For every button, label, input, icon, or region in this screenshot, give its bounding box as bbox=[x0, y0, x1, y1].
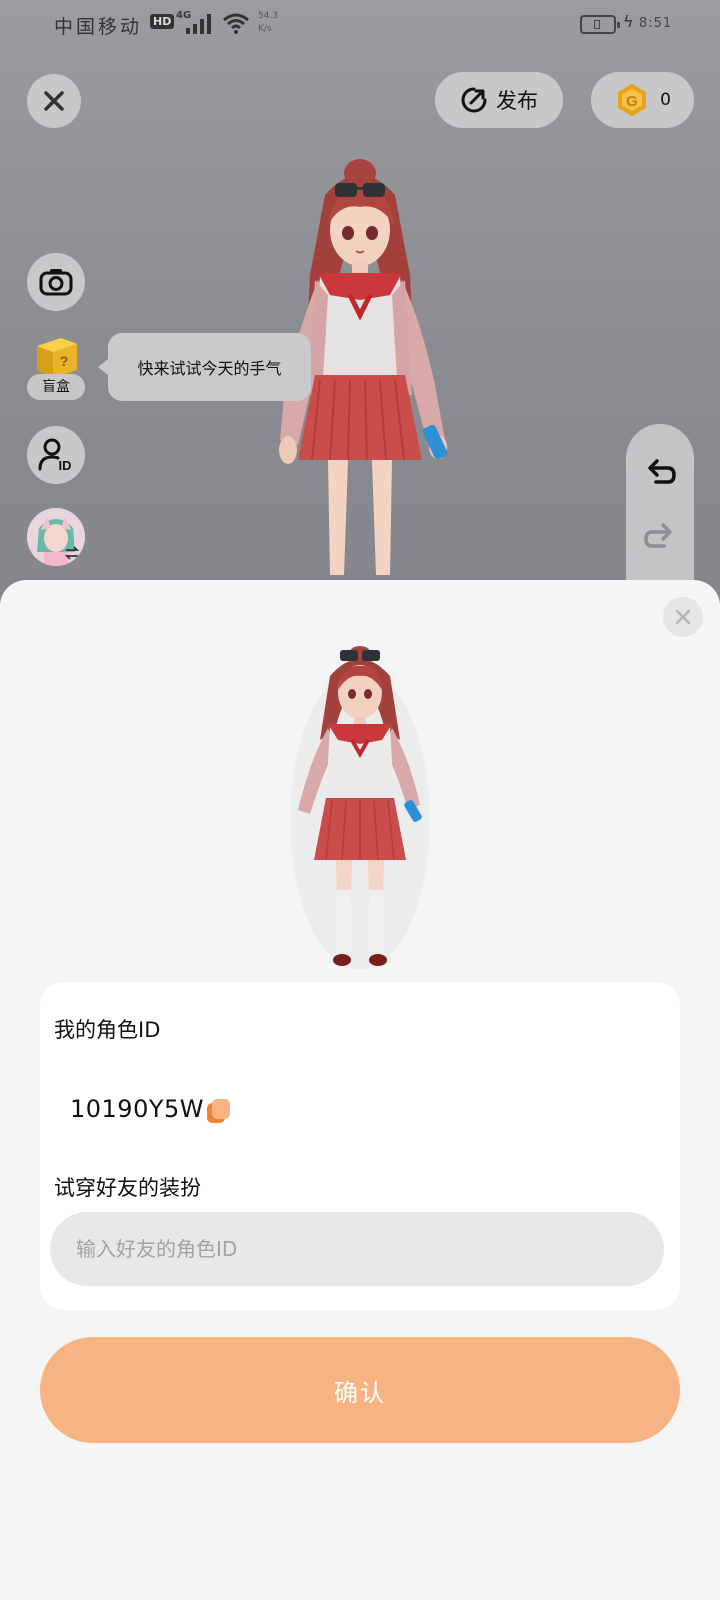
hd-badge: HD bbox=[150, 14, 175, 29]
redo-icon[interactable] bbox=[644, 520, 676, 550]
publish-label: 发布 bbox=[496, 89, 538, 113]
svg-text:ID: ID bbox=[59, 458, 72, 473]
battery-icon bbox=[580, 15, 620, 34]
undo-icon[interactable] bbox=[644, 456, 676, 486]
history-panel bbox=[626, 424, 694, 600]
svg-text:?: ? bbox=[60, 353, 69, 369]
carrier-name: 中国移动 bbox=[54, 16, 143, 38]
network-speed-unit: K/s bbox=[258, 24, 272, 34]
svg-text:G: G bbox=[626, 93, 638, 110]
publish-icon bbox=[461, 87, 487, 113]
coin-count: 0 bbox=[660, 90, 671, 110]
copy-icon[interactable] bbox=[206, 1098, 232, 1124]
network-speed-value: 54.3 bbox=[258, 11, 279, 21]
role-id-button[interactable]: ID bbox=[27, 426, 85, 484]
coin-icon: G bbox=[618, 84, 647, 116]
charging-icon: ϟ bbox=[623, 12, 634, 31]
avatar-scene[interactable]: 中国移动 HD 4G 54.3 K/s ϟ 8:51 发布 G 0 ? 盲盒 快… bbox=[0, 0, 720, 600]
publish-button[interactable]: 发布 bbox=[435, 72, 563, 128]
avatar-switch-icon bbox=[64, 546, 80, 560]
sheet-close-button[interactable] bbox=[663, 597, 703, 637]
camera-button[interactable] bbox=[27, 253, 85, 311]
my-role-id-label: 我的角色ID bbox=[54, 1018, 161, 1042]
wifi-icon bbox=[223, 13, 249, 34]
confirm-button[interactable]: 确认 bbox=[40, 1337, 680, 1443]
signal-icon bbox=[186, 14, 211, 34]
mystery-box-icon: ? bbox=[37, 338, 77, 378]
role-id-icon: ID bbox=[38, 438, 72, 473]
close-icon bbox=[44, 91, 64, 111]
tooltip-text: 快来试试今天的手气 bbox=[137, 359, 282, 378]
friend-role-id-input[interactable] bbox=[50, 1212, 664, 1286]
close-button[interactable] bbox=[27, 74, 81, 128]
camera-icon bbox=[39, 269, 73, 296]
network-speed: 54.3 K/s bbox=[258, 10, 278, 36]
blind-box-label: 盲盒 bbox=[27, 374, 85, 400]
avatar-switch-button[interactable] bbox=[27, 508, 85, 566]
my-role-id-value: 10190Y5W bbox=[70, 1095, 205, 1123]
clock: 8:51 bbox=[639, 16, 673, 31]
try-on-label: 试穿好友的装扮 bbox=[54, 1176, 201, 1200]
blind-box-button[interactable]: ? 盲盒 bbox=[27, 336, 87, 404]
close-icon bbox=[675, 609, 691, 625]
character-preview bbox=[290, 646, 430, 970]
blind-box-tooltip: 快来试试今天的手气 bbox=[98, 333, 311, 401]
coin-balance-button[interactable]: G 0 bbox=[591, 72, 694, 128]
status-bar: 中国移动 HD 4G 54.3 K/s ϟ 8:51 bbox=[0, 0, 720, 48]
